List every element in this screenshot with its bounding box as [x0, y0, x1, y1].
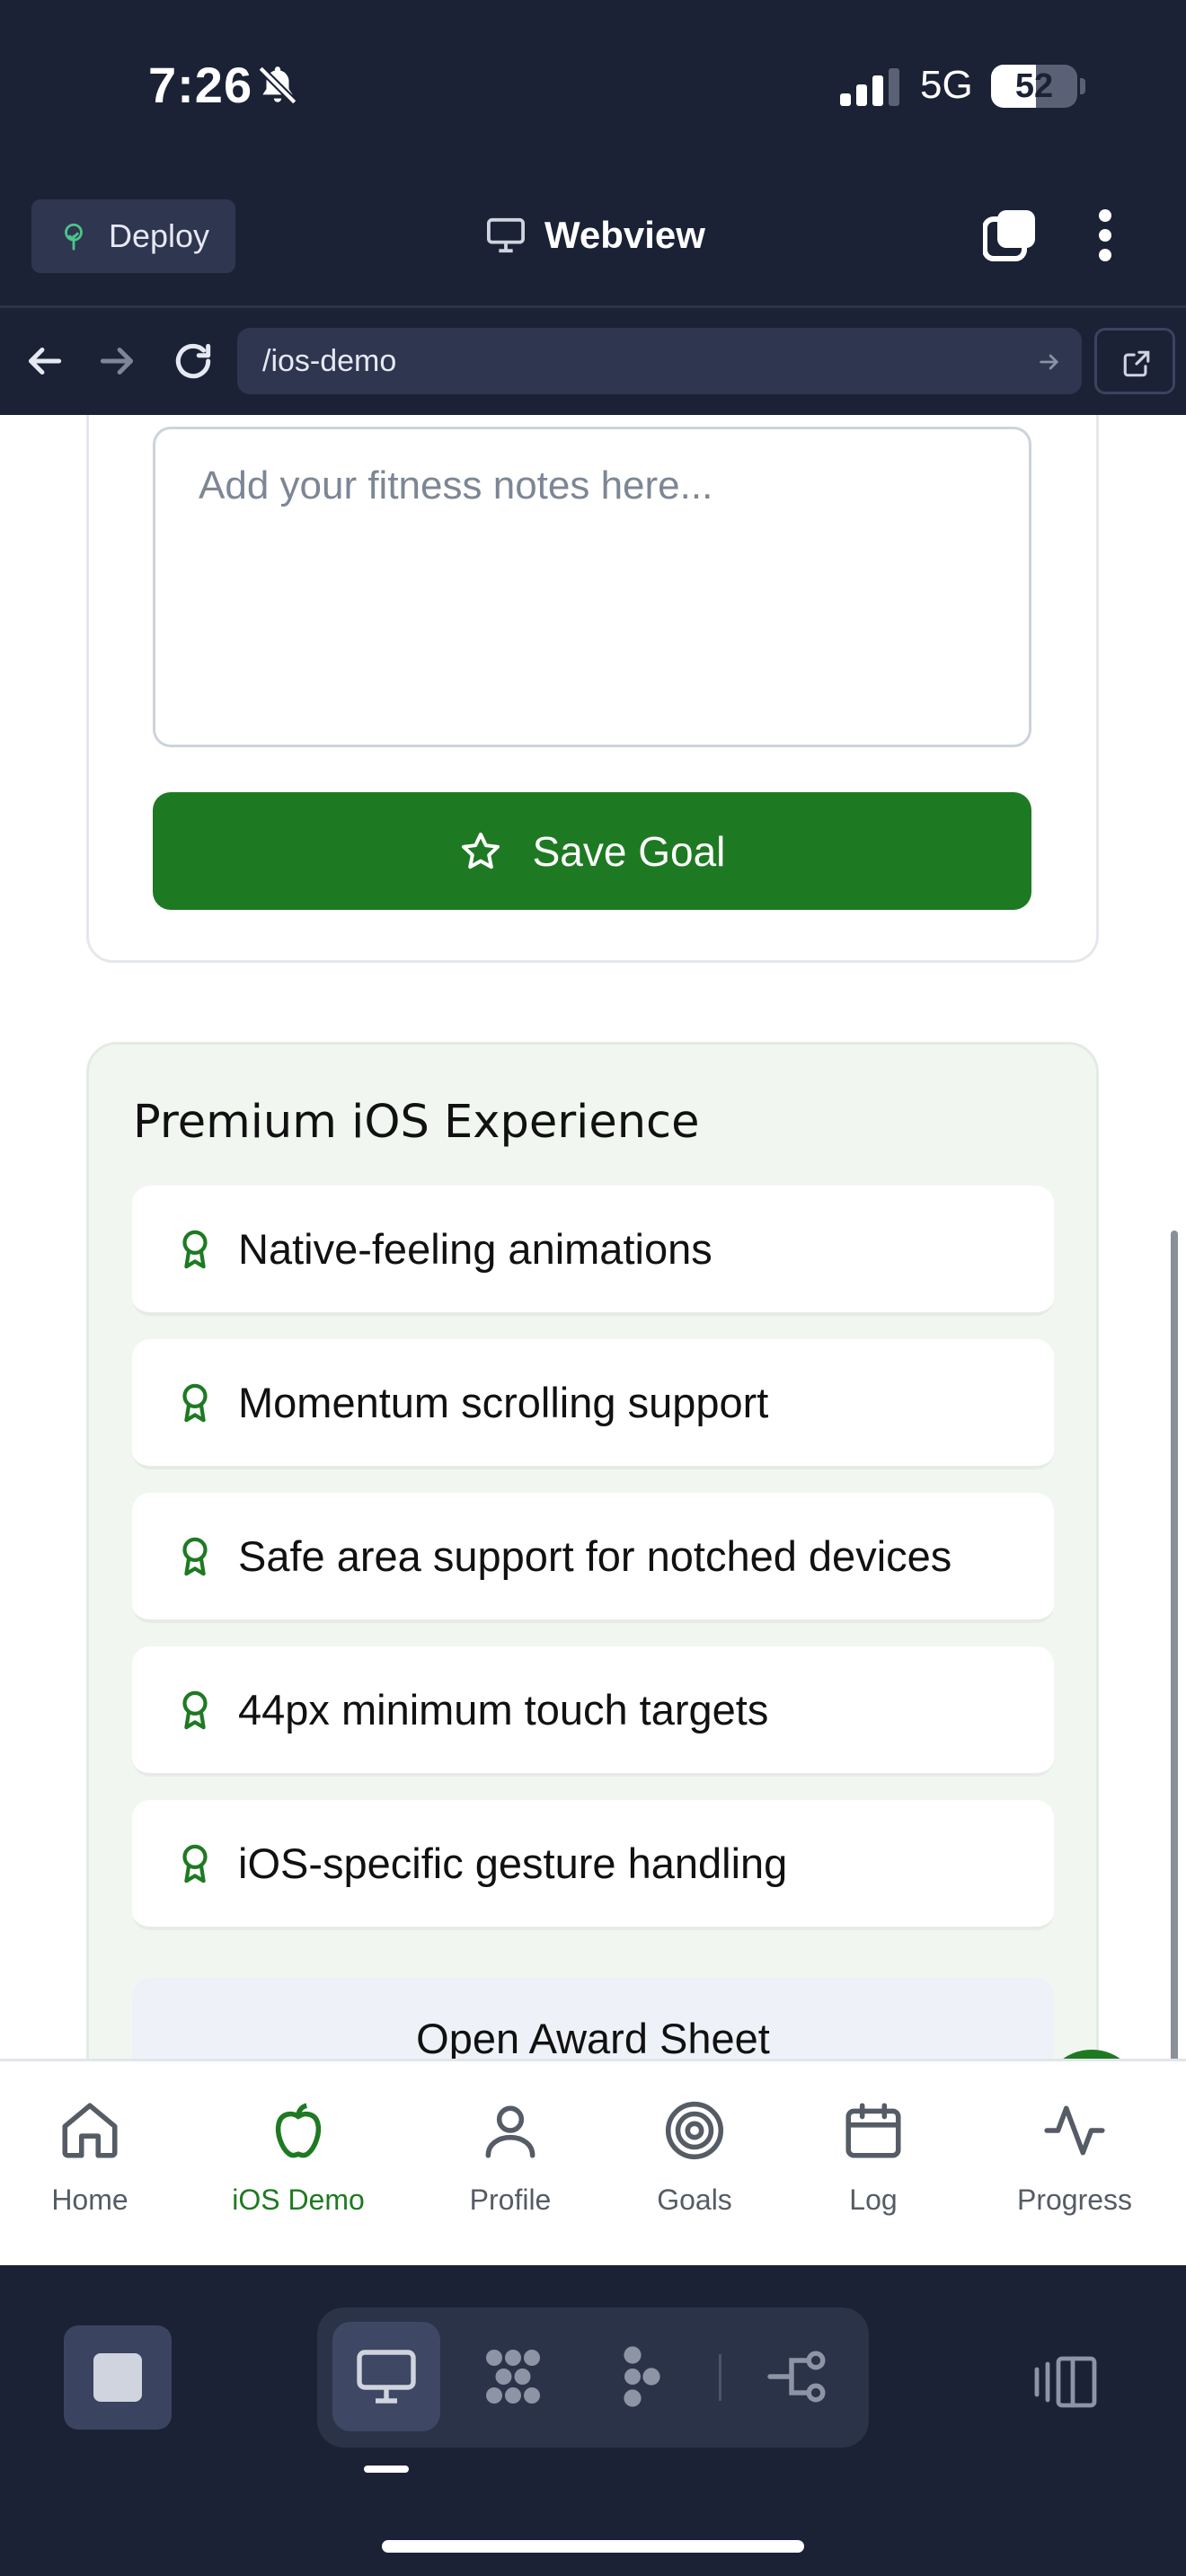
feature-item: Safe area support for notched devices — [132, 1493, 1054, 1623]
feature-item: iOS-specific gesture handling — [132, 1800, 1054, 1930]
external-link-icon — [1123, 350, 1150, 377]
award-icon — [182, 1230, 208, 1268]
user-icon — [485, 2105, 535, 2158]
nav-label: Profile — [469, 2183, 552, 2216]
tabs-icon[interactable] — [983, 208, 1037, 262]
star-icon — [461, 832, 500, 869]
feature-label: Safe area support for notched devices — [238, 1532, 952, 1580]
target-icon — [665, 2101, 724, 2160]
award-button-label: Open Award Sheet — [416, 2015, 770, 2062]
feature-item: 44px minimum touch targets — [132, 1646, 1054, 1777]
feature-label: Momentum scrolling support — [238, 1379, 769, 1426]
dev-tools-bar — [0, 2265, 1186, 2576]
battery-nub — [1080, 78, 1085, 94]
monitor-icon — [487, 217, 525, 253]
home-icon — [62, 2103, 118, 2158]
award-icon — [182, 1383, 208, 1422]
nav-label: Log — [849, 2183, 898, 2216]
signal-icon — [840, 68, 899, 106]
notes-placeholder: Add your fitness notes here... — [199, 463, 713, 507]
stop-button[interactable] — [64, 2325, 172, 2430]
components-mode-button[interactable] — [459, 2322, 567, 2431]
apple-icon — [275, 2103, 322, 2158]
nav-item-profile[interactable]: Profile — [420, 2097, 600, 2217]
nav-label: Progress — [1016, 2183, 1133, 2216]
award-icon — [182, 1690, 208, 1729]
url-bar-row: /ios-demo — [0, 305, 1186, 415]
reload-icon[interactable] — [171, 339, 216, 384]
flow-icon — [624, 2346, 660, 2407]
notes-textarea[interactable]: Add your fitness notes here... — [153, 427, 1031, 747]
deploy-label: Deploy — [109, 217, 210, 254]
status-bar: 7:26 5G 52 — [0, 0, 1186, 180]
nav-item-goals[interactable]: Goals — [605, 2097, 784, 2217]
forward-icon[interactable] — [95, 339, 140, 384]
feature-label: Native-feeling animations — [238, 1225, 712, 1273]
view-mode-group — [317, 2307, 869, 2448]
url-input[interactable]: /ios-demo — [237, 328, 1082, 394]
activity-icon — [1044, 2105, 1105, 2156]
graph-mode-button[interactable] — [743, 2322, 851, 2431]
feature-label: iOS-specific gesture handling — [238, 1839, 788, 1887]
nav-label: Goals — [657, 2183, 732, 2216]
nav-item-log[interactable]: Log — [783, 2097, 963, 2217]
webview-mode-button[interactable] — [332, 2322, 440, 2431]
nav-item-progress[interactable]: Progress — [985, 2097, 1164, 2217]
deploy-button[interactable]: Deploy — [31, 199, 235, 273]
premium-title: Premium iOS Experience — [133, 1096, 700, 1149]
battery-level: 52 — [1014, 67, 1054, 105]
more-options-icon[interactable] — [1087, 208, 1123, 262]
save-goal-button[interactable]: Save Goal — [153, 792, 1031, 910]
feature-item: Momentum scrolling support — [132, 1339, 1054, 1469]
monitor-icon — [357, 2350, 416, 2404]
mode-separator — [719, 2354, 721, 2401]
feature-label: 44px minimum touch targets — [238, 1686, 769, 1734]
nav-item-home[interactable]: Home — [0, 2097, 180, 2217]
nav-label: Home — [51, 2183, 128, 2216]
bottom-nav: Home iOS Demo Profile Goals Log Progress — [0, 2059, 1186, 2265]
dots-grid-icon — [486, 2350, 540, 2404]
network-label: 5G — [920, 63, 973, 107]
calendar-icon — [845, 2103, 901, 2158]
url-text: /ios-demo — [262, 344, 397, 378]
home-indicator — [382, 2540, 804, 2553]
nav-label: iOS Demo — [232, 2183, 365, 2216]
award-icon — [182, 1844, 208, 1883]
active-mode-indicator — [364, 2466, 409, 2473]
branch-icon — [767, 2351, 826, 2403]
toolbar-title-label: Webview — [544, 214, 705, 256]
stop-icon — [93, 2353, 142, 2402]
battery-icon: 52 — [991, 65, 1077, 108]
panel-toggle-icon[interactable] — [1033, 2355, 1098, 2409]
status-time: 7:26 — [148, 57, 253, 113]
open-external-button[interactable] — [1094, 328, 1175, 394]
webview-content: Add your fitness notes here... Save Goal… — [0, 415, 1186, 2265]
bell-off-icon — [258, 66, 297, 105]
tree-icon — [65, 223, 83, 251]
feature-item: Native-feeling animations — [132, 1186, 1054, 1316]
award-icon — [182, 1537, 208, 1575]
back-icon[interactable] — [22, 339, 66, 384]
go-arrow-icon[interactable] — [1037, 349, 1062, 375]
save-goal-label: Save Goal — [532, 827, 726, 875]
nav-item-ios-demo[interactable]: iOS Demo — [208, 2097, 388, 2217]
flow-mode-button[interactable] — [587, 2322, 695, 2431]
toolbar-title: Webview — [485, 214, 705, 257]
